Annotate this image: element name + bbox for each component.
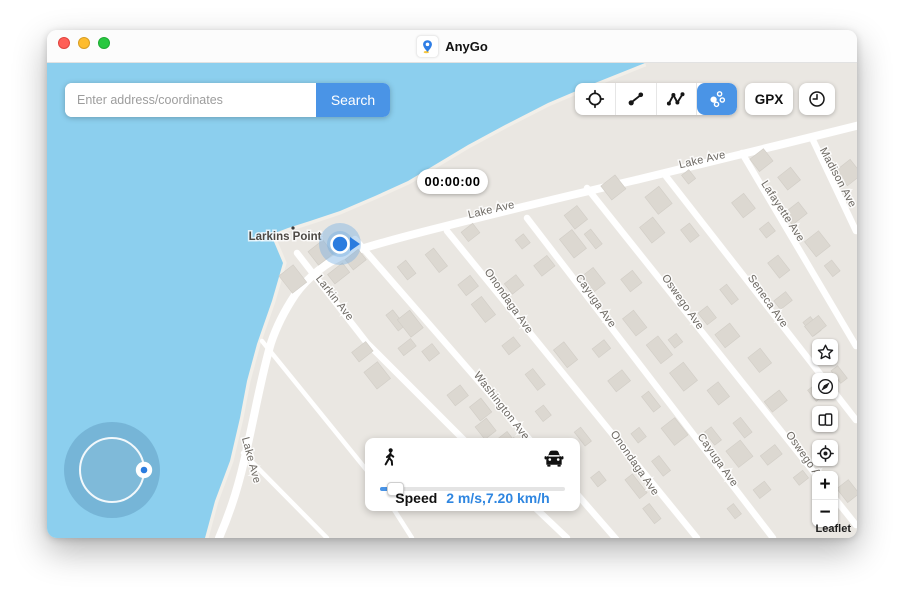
gpx-button[interactable]: GPX bbox=[745, 83, 793, 115]
walking-person-icon bbox=[379, 446, 401, 470]
star-icon bbox=[816, 343, 835, 362]
zoom-in-button[interactable]: + bbox=[812, 471, 838, 500]
joystick-knob[interactable] bbox=[136, 462, 152, 478]
close-button[interactable] bbox=[58, 37, 70, 49]
timer-badge: 00:00:00 bbox=[417, 169, 488, 194]
search-input[interactable] bbox=[65, 83, 316, 117]
joystick[interactable] bbox=[64, 422, 160, 518]
speed-label: Speed bbox=[395, 490, 437, 506]
two-spot-route-button[interactable] bbox=[616, 83, 657, 115]
map-canvas[interactable]: Lake AveLake AveLake AveLarkin AveWashin… bbox=[47, 63, 857, 538]
app-pin-icon bbox=[416, 35, 439, 58]
joystick-mode-button[interactable] bbox=[697, 83, 737, 115]
timer-value: 00:00:00 bbox=[424, 174, 480, 189]
minimize-button[interactable] bbox=[78, 37, 90, 49]
joystick-icon bbox=[707, 89, 727, 109]
car-icon bbox=[542, 446, 566, 470]
compass-button[interactable] bbox=[812, 373, 838, 399]
locate-button[interactable] bbox=[812, 440, 838, 466]
favorites-button[interactable] bbox=[812, 339, 838, 365]
location-marker[interactable] bbox=[319, 223, 361, 265]
crosshair-icon bbox=[585, 89, 605, 109]
search-bar: Search bbox=[65, 83, 390, 117]
leaflet-attribution[interactable]: Leaflet bbox=[816, 523, 851, 535]
multi-spot-route-icon bbox=[666, 89, 686, 109]
app-title: AnyGo bbox=[416, 35, 488, 58]
speed-readout: Speed 2 m/s,7.20 km/h bbox=[365, 490, 580, 506]
multi-spot-route-button[interactable] bbox=[657, 83, 698, 115]
traffic-lights bbox=[58, 37, 110, 49]
maximize-button[interactable] bbox=[98, 37, 110, 49]
mode-toolbar bbox=[575, 83, 737, 115]
zoom-control: + − bbox=[812, 471, 838, 527]
two-spot-route-icon bbox=[626, 89, 646, 109]
speed-panel: Speed 2 m/s,7.20 km/h bbox=[365, 438, 580, 511]
search-button[interactable]: Search bbox=[316, 83, 390, 117]
title-bar: AnyGo bbox=[47, 30, 857, 63]
devices-button[interactable] bbox=[812, 406, 838, 432]
window-title: AnyGo bbox=[445, 39, 488, 54]
teleport-mode-button[interactable] bbox=[575, 83, 616, 115]
locate-icon bbox=[816, 444, 835, 463]
clock-icon bbox=[807, 89, 827, 109]
compass-icon bbox=[816, 377, 835, 396]
history-button[interactable] bbox=[799, 83, 835, 115]
place-dot bbox=[291, 226, 294, 229]
devices-icon bbox=[816, 410, 835, 429]
place-label: Larkins Point bbox=[249, 231, 322, 243]
speed-value: 2 m/s,7.20 km/h bbox=[446, 490, 550, 506]
app-window: AnyGo bbox=[47, 30, 857, 537]
